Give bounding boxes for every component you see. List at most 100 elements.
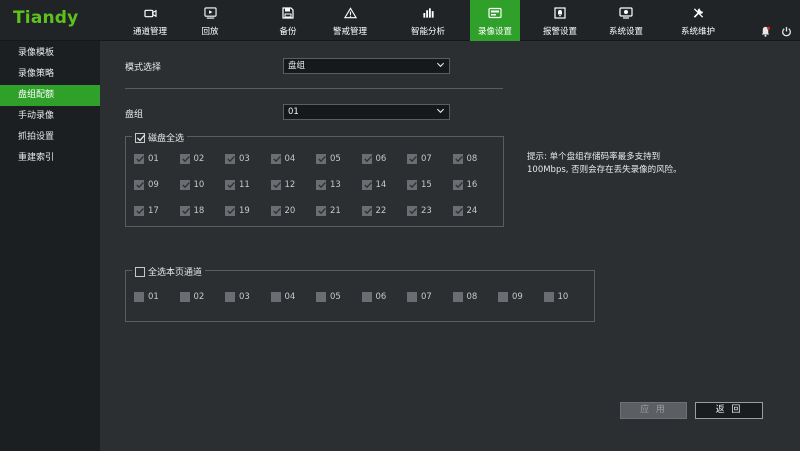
disk-checkbox-item[interactable]: 24 — [452, 206, 477, 216]
checkbox[interactable] — [407, 154, 417, 164]
checkbox[interactable] — [316, 206, 326, 216]
disk-checkbox-item[interactable]: 12 — [270, 180, 296, 190]
checkbox[interactable] — [407, 206, 417, 216]
sidebar-item-0[interactable]: 录像模板 — [0, 43, 100, 64]
checkbox[interactable] — [134, 180, 144, 190]
sidebar-item-2[interactable]: 盘组配额 — [0, 85, 100, 106]
disk-checkbox-item[interactable]: 13 — [316, 180, 341, 190]
checkbox[interactable] — [361, 206, 372, 216]
checkbox[interactable] — [407, 292, 417, 302]
disk-checkbox-item[interactable]: 18 — [179, 206, 204, 216]
channel-number: 05 — [330, 292, 341, 302]
nav-item-1[interactable]: 回放 — [184, 0, 236, 41]
checkbox[interactable] — [225, 292, 235, 302]
nav-item-7[interactable]: 系统设置 — [600, 0, 652, 41]
channel-checkbox-item[interactable]: 06 — [361, 292, 386, 302]
checkbox[interactable] — [135, 266, 145, 277]
disk-checkbox-item[interactable]: 21 — [316, 206, 341, 216]
disk-checkbox-item[interactable]: 16 — [452, 180, 477, 190]
disk-checkbox-item[interactable]: 23 — [407, 206, 432, 216]
disk-checkbox-item[interactable]: 20 — [270, 206, 295, 216]
checkbox[interactable] — [179, 180, 190, 190]
disk-checkbox-item[interactable]: 04 — [270, 154, 295, 164]
nav-item-3[interactable]: 警戒管理 — [324, 0, 376, 41]
channel-checkbox-item[interactable]: 02 — [179, 292, 204, 302]
checkbox[interactable] — [316, 292, 326, 302]
nav-item-5[interactable]: 录像设置 — [470, 0, 520, 41]
sidebar-item-4[interactable]: 抓拍设置 — [0, 127, 100, 148]
checkbox[interactable] — [225, 180, 235, 190]
nav-item-0[interactable]: 通道管理 — [124, 0, 176, 41]
mode-select[interactable]: 盘组 — [283, 58, 450, 74]
checkbox[interactable] — [407, 180, 417, 190]
disk-select-all[interactable]: 磁盘全选 — [132, 131, 188, 144]
disk-select-group: 磁盘全选 01 02 03 04 05 06 07 08 09 10 11 12 13 14 15 16 17 1… — [125, 131, 504, 227]
disk-checkbox-item[interactable]: 07 — [407, 154, 432, 164]
disk-checkbox-item[interactable]: 05 — [316, 154, 341, 164]
checkbox[interactable] — [225, 154, 235, 164]
disk-checkbox-item[interactable]: 15 — [407, 180, 432, 190]
bell-icon[interactable] — [758, 24, 772, 38]
channel-checkbox-item[interactable]: 07 — [407, 292, 432, 302]
checkbox[interactable] — [179, 154, 190, 164]
checkbox[interactable] — [134, 292, 144, 302]
checkbox[interactable] — [179, 292, 190, 302]
channel-number: 07 — [421, 292, 432, 302]
power-icon[interactable] — [779, 24, 793, 38]
checkbox[interactable] — [543, 292, 554, 302]
sidebar-item-1[interactable]: 录像策略 — [0, 64, 100, 85]
disk-checkbox-item[interactable]: 02 — [179, 154, 204, 164]
channel-select-all[interactable]: 全选本页通道 — [132, 265, 206, 278]
back-button[interactable]: 返 回 — [695, 402, 763, 419]
checkbox[interactable] — [452, 206, 463, 216]
checkbox[interactable] — [270, 180, 281, 190]
channel-checkbox-item[interactable]: 09 — [498, 292, 523, 302]
nav-item-4[interactable]: 智能分析 — [402, 0, 454, 41]
checkbox[interactable] — [452, 292, 463, 302]
checkbox[interactable] — [134, 206, 144, 216]
channel-checkbox-item[interactable]: 03 — [225, 292, 250, 302]
nav-item-6[interactable]: 报警设置 — [534, 0, 586, 41]
checkbox[interactable] — [270, 206, 281, 216]
channel-checkbox-item[interactable]: 01 — [134, 292, 159, 302]
main-content: 模式选择 盘组 盘组 01 磁盘全选 01 02 03 04 05 06 07 08 09 10 1… — [100, 41, 800, 451]
nav-item-2[interactable]: 备份 — [262, 0, 314, 41]
channel-checkbox-item[interactable]: 04 — [270, 292, 295, 302]
channel-checkbox-item[interactable]: 05 — [316, 292, 341, 302]
checkbox[interactable] — [361, 154, 372, 164]
group-select[interactable]: 01 — [283, 104, 450, 120]
checkbox[interactable] — [316, 154, 326, 164]
checkbox[interactable] — [134, 154, 144, 164]
checkbox[interactable] — [316, 180, 326, 190]
disk-checkbox-item[interactable]: 17 — [134, 206, 159, 216]
checkbox[interactable] — [270, 154, 281, 164]
disk-checkbox-item[interactable]: 03 — [225, 154, 250, 164]
channel-checkbox-item[interactable]: 10 — [543, 292, 568, 302]
disk-checkbox-item[interactable]: 08 — [452, 154, 477, 164]
sidebar-item-3[interactable]: 手动录像 — [0, 106, 100, 127]
checkbox[interactable] — [135, 132, 146, 143]
chevron-down-icon — [436, 60, 445, 74]
disk-checkbox-item[interactable]: 01 — [134, 154, 159, 164]
disk-checkbox-item[interactable]: 22 — [361, 206, 386, 216]
checkbox[interactable] — [452, 154, 463, 164]
disk-checkbox-item[interactable]: 09 — [134, 180, 159, 190]
disk-checkbox-item[interactable]: 06 — [361, 154, 386, 164]
checkbox[interactable] — [361, 180, 372, 190]
disk-checkbox-item[interactable]: 10 — [179, 180, 204, 190]
channel-checkbox-item[interactable]: 08 — [452, 292, 477, 302]
disk-checkbox-item[interactable]: 14 — [361, 180, 386, 190]
apply-button[interactable]: 应 用 — [620, 402, 687, 419]
checkbox[interactable] — [498, 292, 508, 302]
checkbox[interactable] — [179, 206, 190, 216]
nav-item-8[interactable]: 系统维护 — [672, 0, 724, 41]
disk-number: 17 — [148, 206, 159, 216]
disk-checkbox-item[interactable]: 19 — [225, 206, 250, 216]
disk-number: 12 — [284, 180, 296, 190]
sidebar-item-5[interactable]: 重建索引 — [0, 148, 100, 169]
checkbox[interactable] — [225, 206, 235, 216]
checkbox[interactable] — [452, 180, 463, 190]
checkbox[interactable] — [361, 292, 372, 302]
disk-checkbox-item[interactable]: 11 — [225, 180, 250, 190]
checkbox[interactable] — [270, 292, 281, 302]
